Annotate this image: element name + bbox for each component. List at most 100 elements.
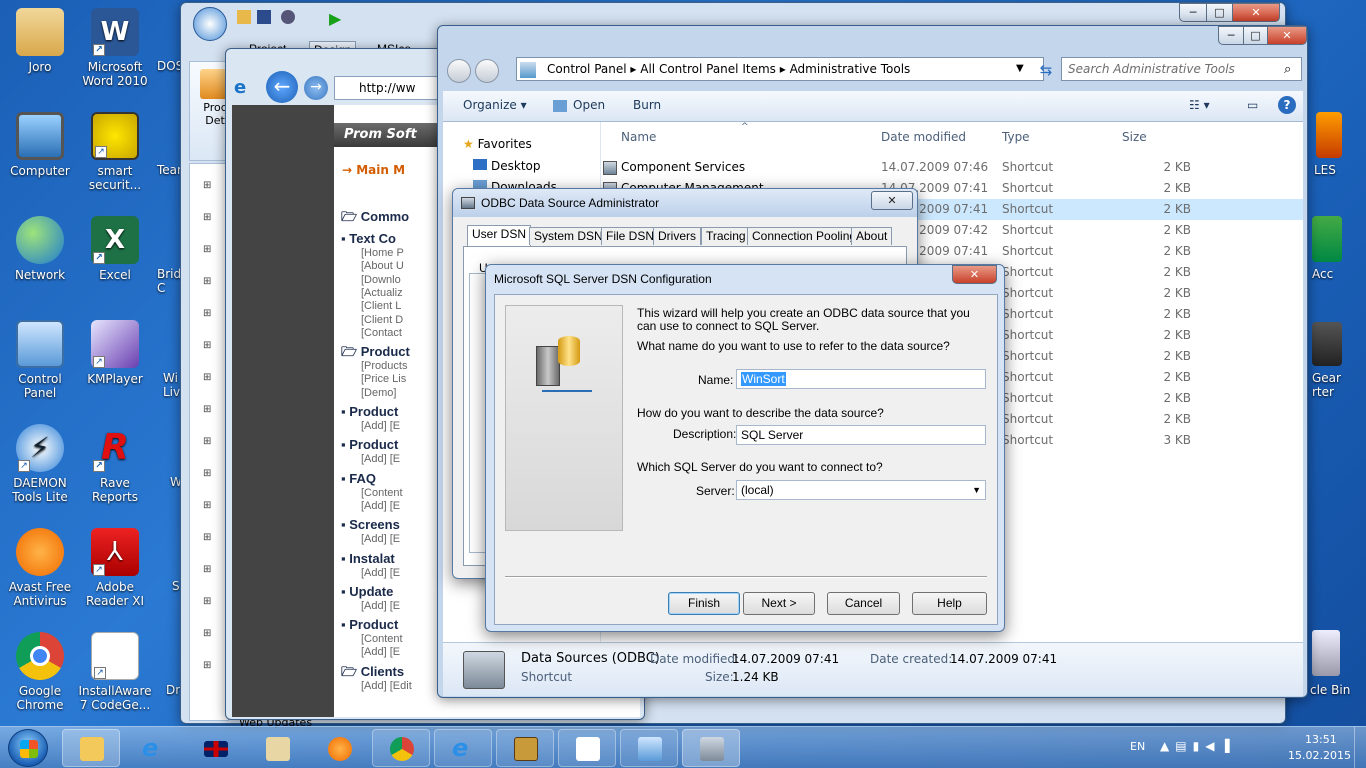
admin-section-title[interactable]: 🗁 Product [341, 345, 410, 358]
desktop-label-gear[interactable]: Gear rter [1312, 371, 1352, 399]
view-options-icon[interactable]: ☷ ▾ [1189, 98, 1210, 112]
breadcrumb-item[interactable]: Administrative Tools [790, 62, 911, 76]
desktop-nav-item[interactable]: Desktop [473, 159, 541, 173]
server-select[interactable]: (local) ▼ [736, 480, 986, 500]
admin-section-title[interactable]: ▪ Instalat [341, 551, 395, 565]
desktop-label-acc[interactable]: Acc [1312, 267, 1333, 281]
sql-dsn-dialog[interactable]: Microsoft SQL Server DSN Configuration ✕… [485, 264, 1005, 632]
save-icon[interactable] [257, 10, 271, 24]
open-button[interactable]: Open [553, 98, 605, 112]
admin-link[interactable]: [Products [361, 360, 407, 373]
admin-link[interactable]: [Actualiz [361, 287, 403, 300]
back-arrow-icon[interactable]: ← [266, 71, 298, 103]
desktop-icon-joro[interactable]: Joro [3, 8, 77, 74]
desktop-icon-smart-security[interactable]: ↗ smart securit... [78, 112, 152, 192]
explorer-minimize-button[interactable]: ─ [1218, 26, 1244, 45]
favorites-item[interactable]: ★ Favorites [463, 137, 532, 151]
file-row[interactable]: Component Services 14.07.2009 07:46 Shortc… [601, 157, 1303, 178]
admin-link[interactable]: [Content [361, 633, 403, 646]
burn-button[interactable]: Burn [633, 98, 661, 112]
taskbar-installaware[interactable] [558, 729, 616, 767]
admin-section-title[interactable]: ▪ Product [341, 618, 398, 631]
desktop-icon-chrome[interactable]: Google Chrome [3, 632, 77, 712]
desktop-icon-avast[interactable]: Avast Free Antivirus [3, 528, 77, 608]
play-icon[interactable]: ▶ [329, 9, 341, 28]
help-icon[interactable]: ? [1278, 96, 1296, 114]
desktop-label-les[interactable]: LES [1314, 163, 1336, 177]
admin-section-title[interactable]: ▪ Product [341, 438, 398, 451]
main-menu-link[interactable]: → Main M [342, 163, 405, 177]
admin-link[interactable]: [Client D [361, 314, 403, 327]
taskbar-language-flag[interactable] [186, 729, 244, 767]
open-icon[interactable] [237, 10, 251, 24]
desktop-icon-daemon-tools[interactable]: ⚡ ↗ DAEMON Tools Lite [3, 424, 77, 504]
taskbar-ie[interactable]: e [124, 729, 182, 767]
next-button[interactable]: Next > [743, 592, 815, 615]
tab-file-dsn[interactable]: File DSN [601, 227, 660, 245]
admin-section-title[interactable]: 🗁 Clients [341, 665, 404, 678]
breadcrumb-item[interactable]: Control Panel [547, 62, 627, 76]
admin-link[interactable]: [Add] [E [361, 600, 400, 613]
close-button[interactable]: ✕ [1232, 3, 1280, 22]
name-field[interactable]: WinSort [736, 369, 986, 389]
admin-link[interactable]: [Add] [E [361, 453, 400, 466]
admin-link[interactable]: [Add] [E [361, 420, 400, 433]
breadcrumb[interactable]: Control Panel ▸ All Control Panel Items … [516, 57, 1044, 81]
admin-section-title[interactable]: ▪ FAQ [341, 471, 376, 485]
admin-link[interactable]: [Add] [E [361, 533, 400, 546]
tab-tracing[interactable]: Tracing [701, 227, 751, 245]
explorer-back-button[interactable] [447, 59, 471, 83]
admin-link[interactable]: [Contact [361, 327, 402, 340]
cancel-button[interactable]: Cancel [827, 592, 900, 615]
clock-time[interactable]: 13:51 [1305, 733, 1337, 746]
explorer-forward-button[interactable] [475, 59, 499, 83]
taskbar-ie-window[interactable]: e [434, 729, 492, 767]
desktop-label-recycle-bin[interactable]: cle Bin [1310, 683, 1350, 697]
admin-link[interactable]: [Add] [Edit / Remove] [361, 680, 413, 693]
admin-section-title[interactable]: ▪ Product [341, 405, 398, 418]
admin-section-title[interactable]: ▪ Update [341, 585, 393, 598]
admin-link[interactable]: [Add] [E [361, 500, 400, 513]
admin-section-title[interactable]: 🗁 Commo [341, 210, 409, 223]
column-header-date[interactable]: Date modified [881, 130, 966, 144]
admin-link[interactable]: [Home P [361, 247, 404, 260]
taskbar-explorer[interactable] [62, 729, 120, 767]
description-field[interactable]: SQL Server [736, 425, 986, 445]
taskbar-media-player[interactable] [310, 729, 368, 767]
language-indicator[interactable]: EN [1130, 740, 1145, 753]
admin-section-title[interactable]: ▪ Text Co [341, 232, 396, 245]
tab-drivers[interactable]: Drivers [653, 227, 701, 245]
admin-link[interactable]: [Add] [E [361, 646, 400, 659]
taskbar-odbc[interactable] [682, 729, 740, 767]
search-input[interactable]: Search Administrative Tools [1061, 57, 1302, 81]
desktop-label-brid[interactable]: Brid C [157, 267, 181, 295]
refresh-icon[interactable]: ⇆ [1034, 59, 1058, 83]
desktop-label-wi[interactable]: Wi Liv [163, 371, 181, 399]
admin-link[interactable]: [Client L [361, 300, 401, 313]
desktop-icon-word[interactable]: W ↗ Microsoft Word 2010 [78, 8, 152, 88]
odbc-close-button[interactable]: ✕ [871, 191, 913, 210]
admin-link[interactable]: [Add] [E [361, 567, 400, 580]
preview-pane-icon[interactable]: ▭ [1247, 98, 1258, 112]
desktop-icon-computer[interactable]: Computer [3, 112, 77, 178]
column-header-name[interactable]: Name [621, 130, 656, 144]
minimize-button[interactable]: ─ [1179, 3, 1207, 22]
admin-section-title[interactable]: ▪ Screens [341, 518, 400, 531]
tab-system-dsn[interactable]: System DSN [529, 227, 608, 245]
show-desktop-button[interactable] [1354, 727, 1366, 768]
tab-connection-pooling[interactable]: Connection Pooling [747, 227, 862, 245]
column-header-size[interactable]: Size [1122, 130, 1147, 144]
desktop-label-dr[interactable]: Dr [166, 683, 180, 697]
admin-link[interactable]: [Downlo [361, 274, 401, 287]
breadcrumb-dropdown-icon[interactable]: ▼ [1016, 63, 1024, 74]
start-button[interactable] [8, 729, 48, 767]
explorer-close-button[interactable]: ✕ [1267, 26, 1307, 45]
installaware-orb[interactable] [193, 7, 227, 41]
desktop-label-s[interactable]: S [172, 579, 180, 593]
desktop-icon-excel[interactable]: X ↗ Excel [78, 216, 152, 282]
desktop-icon-network[interactable]: Network [3, 216, 77, 282]
tab-about[interactable]: About [851, 227, 893, 245]
taskbar-control-panel[interactable] [620, 729, 678, 767]
tab-user-dsn[interactable]: User DSN [467, 225, 532, 246]
explorer-maximize-button[interactable]: □ [1243, 26, 1268, 45]
